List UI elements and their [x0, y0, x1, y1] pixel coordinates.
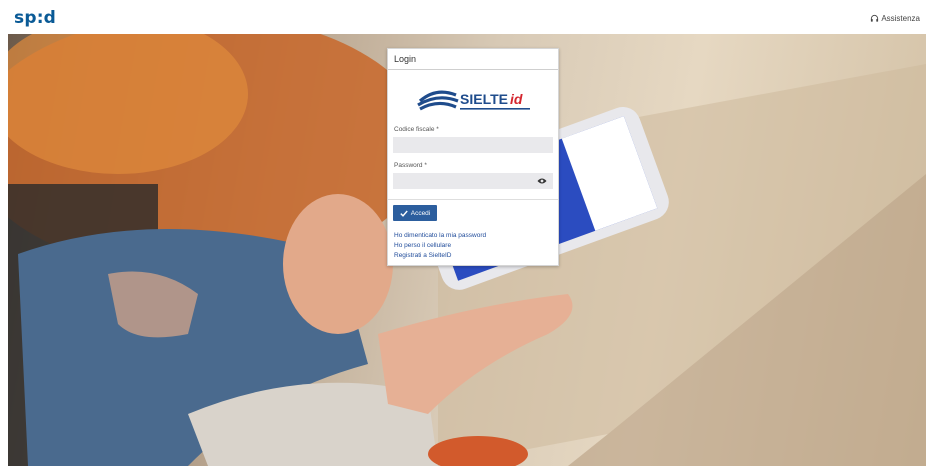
- brand-name: SIELTE: [460, 91, 508, 107]
- login-title: Login: [394, 54, 417, 64]
- password-input[interactable]: [393, 173, 553, 189]
- fiscal-code-input[interactable]: [393, 137, 553, 153]
- accedi-button[interactable]: Accedi: [393, 205, 437, 221]
- login-card: Login SIELTE id Codice fiscale * Passwor…: [387, 48, 559, 266]
- forgot-password-link[interactable]: Ho dimenticato la mia password: [394, 232, 486, 239]
- accedi-label: Accedi: [410, 209, 431, 217]
- lost-phone-link[interactable]: Ho perso il cellulare: [394, 242, 451, 249]
- headset-icon: [871, 14, 879, 22]
- top-bar: sp:d Assistenza: [0, 0, 926, 34]
- assistance-label: Assistenza: [881, 14, 920, 23]
- brand-suffix: id: [510, 91, 523, 107]
- register-link[interactable]: Registrati a SielteID: [394, 252, 451, 259]
- spid-logo[interactable]: sp:d: [14, 8, 56, 28]
- assistance-link[interactable]: Assistenza: [870, 14, 920, 23]
- login-card-header: Login: [388, 49, 558, 70]
- form-divider: [388, 199, 558, 200]
- fiscal-code-label: Codice fiscale *: [394, 126, 439, 133]
- sielte-id-logo: SIELTE id: [417, 90, 530, 111]
- eye-icon[interactable]: [537, 177, 547, 185]
- check-icon: [400, 210, 408, 217]
- sielte-wave-icon: [417, 90, 459, 111]
- password-label: Password *: [394, 162, 427, 169]
